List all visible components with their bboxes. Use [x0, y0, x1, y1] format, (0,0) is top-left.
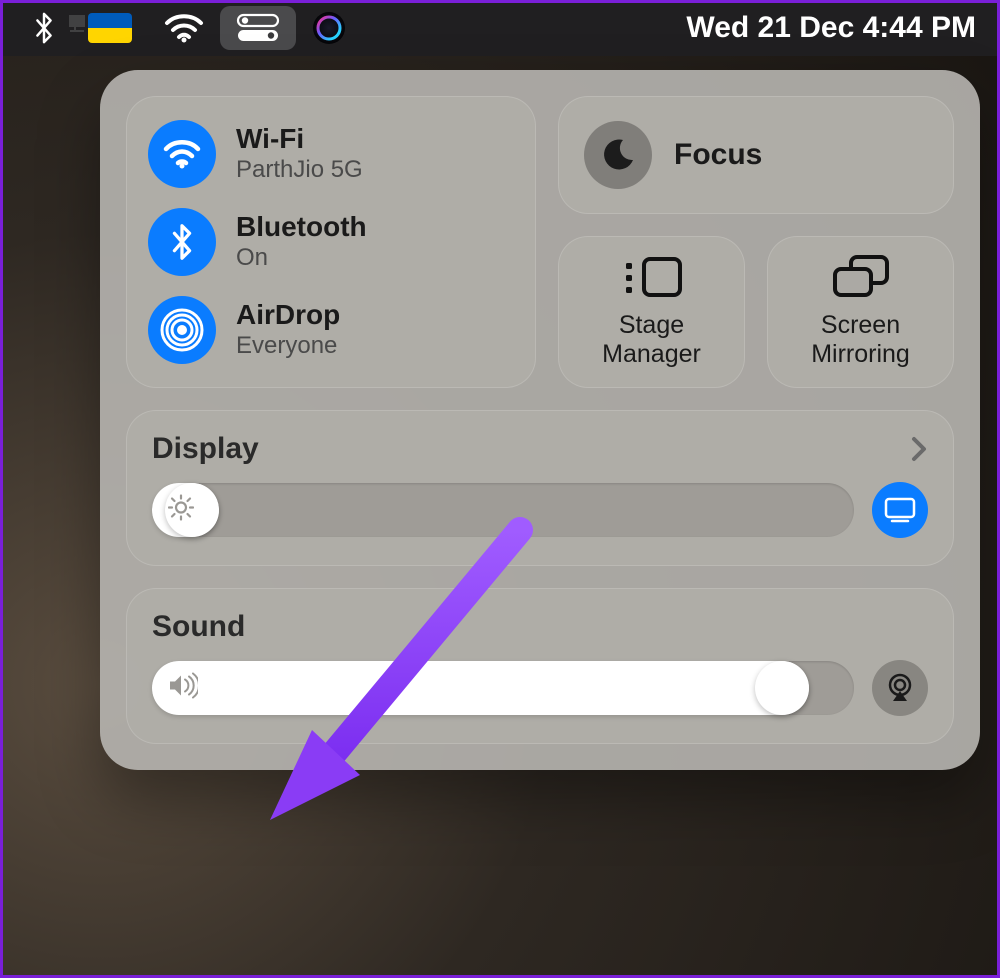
wifi-network: ParthJio 5G: [236, 156, 363, 184]
moon-icon: [584, 121, 652, 189]
airdrop-label: AirDrop: [236, 300, 340, 329]
airdrop-status: Everyone: [236, 332, 340, 360]
wifi-label: Wi-Fi: [236, 124, 363, 153]
airdrop-toggle[interactable]: AirDrop Everyone: [148, 296, 514, 364]
focus-toggle[interactable]: Focus: [558, 96, 954, 214]
stage-manager-toggle[interactable]: Stage Manager: [558, 236, 745, 388]
bluetooth-toggle[interactable]: Bluetooth On: [148, 208, 514, 276]
menu-datetime[interactable]: Wed 21 Dec 4:44 PM: [680, 11, 990, 45]
menu-bar: Wed 21 Dec 4:44 PM: [0, 0, 1000, 56]
brightness-slider[interactable]: [152, 483, 854, 537]
control-center-icon: [236, 13, 280, 43]
menu-siri[interactable]: [296, 0, 362, 56]
menu-wifi[interactable]: [148, 0, 220, 56]
menu-control-center[interactable]: [220, 6, 296, 50]
control-center-panel: Wi-Fi ParthJio 5G Bluetooth On AirDrop: [100, 70, 980, 770]
display-settings-button[interactable]: [872, 482, 928, 538]
display-icon: [884, 497, 916, 523]
wifi-toggle[interactable]: Wi-Fi ParthJio 5G: [148, 120, 514, 188]
sound-tile: Sound: [126, 588, 954, 744]
screen-mirroring-icon: [831, 255, 891, 301]
sun-icon: [168, 495, 194, 526]
wifi-icon: [148, 120, 216, 188]
bluetooth-icon: [32, 11, 56, 45]
speaker-icon: [168, 673, 198, 704]
volume-slider[interactable]: [152, 661, 854, 715]
display-label: Display: [152, 432, 259, 466]
connectivity-tile: Wi-Fi ParthJio 5G Bluetooth On AirDrop: [126, 96, 536, 388]
chevron-right-icon[interactable]: [910, 435, 928, 463]
bluetooth-status: On: [236, 244, 367, 272]
bluetooth-icon: [148, 208, 216, 276]
menu-flag[interactable]: [72, 0, 148, 56]
menu-bluetooth[interactable]: [16, 0, 72, 56]
screen-mirroring-toggle[interactable]: Screen Mirroring: [767, 236, 954, 388]
airdrop-icon: [148, 296, 216, 364]
bluetooth-label: Bluetooth: [236, 212, 367, 241]
wifi-icon: [164, 13, 204, 43]
siri-icon: [312, 11, 346, 45]
ukraine-flag-icon: [88, 13, 132, 43]
screen-mirroring-label: Screen Mirroring: [811, 311, 910, 369]
focus-label: Focus: [674, 138, 762, 172]
airplay-audio-button[interactable]: [872, 660, 928, 716]
display-tile: Display: [126, 410, 954, 566]
sound-label: Sound: [152, 610, 245, 644]
stand-icon: [66, 12, 90, 36]
stage-manager-label: Stage Manager: [602, 311, 701, 369]
stage-manager-icon: [620, 255, 684, 301]
airplay-icon: [883, 671, 917, 705]
